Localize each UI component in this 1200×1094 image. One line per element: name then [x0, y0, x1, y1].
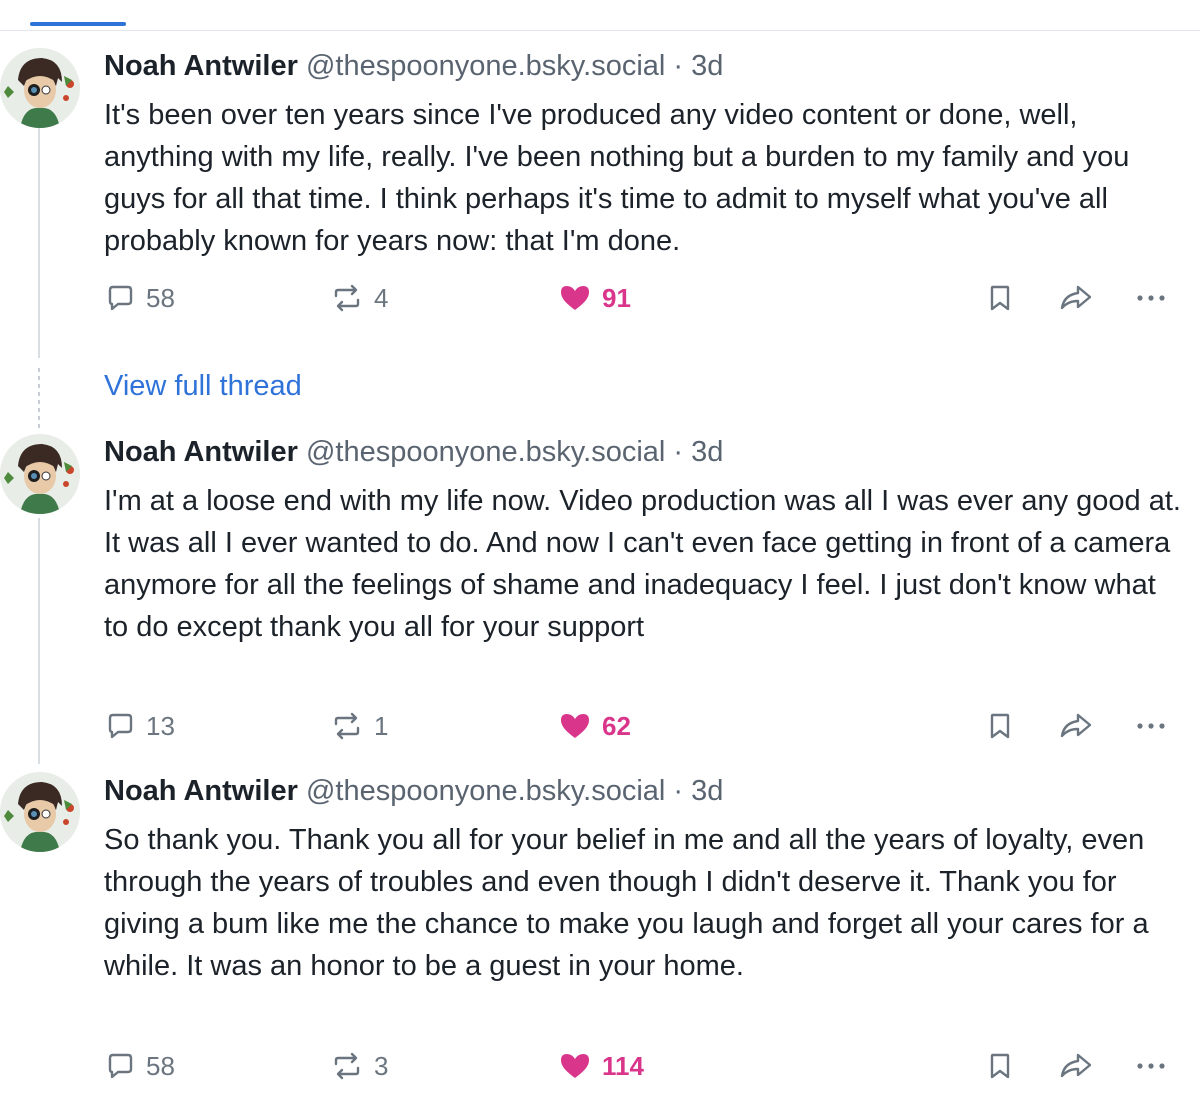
- avatar[interactable]: [0, 48, 80, 128]
- post-time[interactable]: · 3d: [673, 775, 723, 807]
- share-button[interactable]: [1058, 1046, 1094, 1086]
- post-header: Noah Antwiler @thespoonyone.bsky.social …: [104, 48, 723, 84]
- view-full-thread-link[interactable]: View full thread: [104, 368, 302, 404]
- post-text: I'm at a loose end with my life now. Vid…: [104, 485, 1181, 643]
- post-header: Noah Antwiler @thespoonyone.bsky.social …: [104, 434, 723, 470]
- more-icon: [1137, 1063, 1165, 1069]
- share-icon: [1060, 285, 1092, 310]
- active-tab-indicator: [30, 22, 126, 26]
- repost-button[interactable]: 3: [330, 1046, 388, 1086]
- bookmark-icon: [990, 1053, 1010, 1079]
- share-icon: [1060, 1053, 1092, 1078]
- divider: [0, 30, 1200, 31]
- more-button[interactable]: [1134, 706, 1168, 746]
- repost-icon: [334, 712, 360, 740]
- author-handle[interactable]: @thespoonyone.bsky.social: [306, 50, 665, 82]
- author-name[interactable]: Noah Antwiler: [104, 436, 298, 468]
- like-count: 114: [602, 1050, 644, 1081]
- more-icon: [1137, 723, 1165, 729]
- post-text: So thank you. Thank you all for your bel…: [104, 824, 1149, 982]
- thread-line: [38, 128, 40, 358]
- reply-icon: [108, 1053, 133, 1079]
- avatar[interactable]: [0, 434, 80, 514]
- thread-dotted-line: [38, 368, 40, 428]
- repost-icon: [334, 1052, 360, 1080]
- share-button[interactable]: [1058, 278, 1094, 318]
- repost-icon: [334, 284, 360, 312]
- bookmark-button[interactable]: [986, 706, 1014, 746]
- reply-icon: [108, 285, 133, 311]
- reply-icon: [108, 713, 133, 739]
- reply-button[interactable]: 58: [104, 278, 175, 318]
- thread-line: [38, 518, 40, 764]
- post-actions: 58 3 114: [104, 1046, 1184, 1086]
- bookmark-button[interactable]: [986, 1046, 1014, 1086]
- share-button[interactable]: [1058, 706, 1094, 746]
- heart-icon: [561, 714, 589, 738]
- avatar-image: [0, 434, 80, 514]
- reply-button[interactable]: 13: [104, 706, 175, 746]
- reply-count: 13: [146, 710, 175, 741]
- more-icon: [1137, 295, 1165, 301]
- repost-button[interactable]: 4: [330, 278, 388, 318]
- post-header: Noah Antwiler @thespoonyone.bsky.social …: [104, 773, 723, 809]
- heart-icon: [561, 286, 589, 310]
- like-button[interactable]: 62: [558, 706, 631, 746]
- like-button[interactable]: 114: [558, 1046, 644, 1086]
- reply-count: 58: [146, 1050, 175, 1081]
- bookmark-icon: [990, 285, 1010, 311]
- repost-count: 4: [374, 282, 389, 313]
- more-button[interactable]: [1134, 278, 1168, 318]
- repost-count: 1: [374, 710, 389, 741]
- author-handle[interactable]: @thespoonyone.bsky.social: [306, 775, 665, 807]
- bookmark-button[interactable]: [986, 278, 1014, 318]
- like-button[interactable]: 91: [558, 278, 631, 318]
- avatar-image: [0, 48, 80, 128]
- author-name[interactable]: Noah Antwiler: [104, 50, 298, 82]
- share-icon: [1060, 713, 1092, 738]
- avatar[interactable]: [0, 772, 80, 852]
- post-time[interactable]: · 3d: [673, 436, 723, 468]
- post-actions: 13 1 62: [104, 706, 1184, 746]
- reply-button[interactable]: 58: [104, 1046, 175, 1086]
- author-handle[interactable]: @thespoonyone.bsky.social: [306, 436, 665, 468]
- like-count: 62: [602, 710, 631, 741]
- repost-button[interactable]: 1: [330, 706, 388, 746]
- reply-count: 58: [146, 282, 175, 313]
- heart-icon: [561, 1054, 589, 1078]
- more-button[interactable]: [1134, 1046, 1168, 1086]
- post-time[interactable]: · 3d: [673, 50, 723, 82]
- avatar-image: [0, 772, 80, 852]
- like-count: 91: [602, 282, 631, 313]
- repost-count: 3: [374, 1050, 389, 1081]
- bookmark-icon: [990, 713, 1010, 739]
- post-actions: 58 4 91: [104, 278, 1184, 318]
- author-name[interactable]: Noah Antwiler: [104, 775, 298, 807]
- post-text: It's been over ten years since I've prod…: [104, 99, 1130, 257]
